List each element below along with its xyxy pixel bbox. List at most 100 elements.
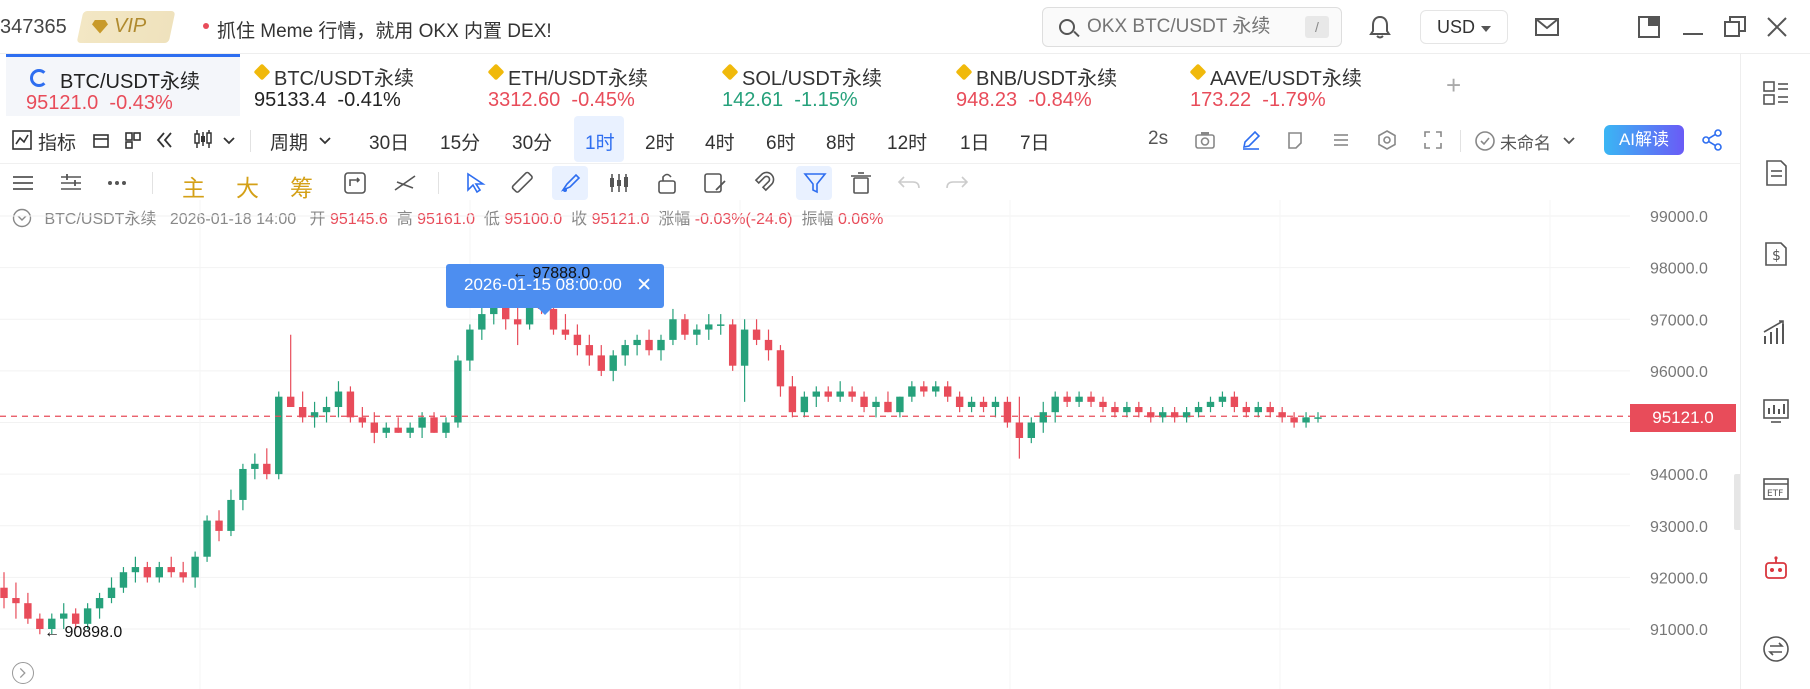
chevron-down-icon[interactable] (1562, 136, 1576, 146)
candle-body (967, 401, 976, 408)
candlestick-chart[interactable]: 99000.098000.097000.096000.095000.094000… (0, 200, 1740, 689)
search-input[interactable] (1087, 16, 1287, 38)
period-1d[interactable]: 1日 (960, 128, 990, 155)
period-12h[interactable]: 12时 (887, 128, 927, 155)
ruler-icon[interactable] (510, 170, 536, 196)
brush-icon[interactable] (558, 170, 584, 196)
document-icon[interactable] (1761, 158, 1791, 188)
candle-body (370, 422, 379, 433)
tooltip-close-icon[interactable]: ✕ (636, 274, 652, 297)
menu-icon[interactable] (10, 170, 36, 196)
candlestick-type-icon[interactable] (192, 128, 214, 150)
candle-body (179, 572, 187, 578)
pencil-icon[interactable] (1240, 129, 1262, 151)
candle-body (36, 618, 44, 629)
expand-circle-icon[interactable] (12, 662, 34, 684)
vip-badge[interactable]: VIP (92, 15, 146, 38)
tab-name: BTC/USDT永续 (60, 71, 200, 93)
period-4h[interactable]: 4时 (705, 128, 735, 155)
unlock-icon[interactable] (654, 170, 680, 196)
candle-body (1051, 396, 1059, 413)
y-tick-label: 92000.0 (1650, 570, 1708, 587)
replay-icon[interactable] (154, 130, 176, 150)
dollar-doc-icon[interactable]: $ (1761, 238, 1791, 268)
period-1h[interactable]: 1时 (585, 128, 615, 155)
candle-body (788, 386, 797, 413)
bell-icon[interactable] (1368, 14, 1392, 40)
large-order-button[interactable]: 大 (236, 169, 259, 203)
candle-body (776, 350, 785, 387)
swap-icon[interactable] (1761, 634, 1791, 664)
magnet-icon[interactable] (750, 170, 776, 196)
orderbook-icon[interactable] (1761, 78, 1791, 108)
period-dropdown[interactable]: 周期 (270, 128, 308, 155)
tab-bnb-perp[interactable]: BNB/USDT永续 948.23 -0.84% (942, 54, 1176, 116)
redo-icon[interactable] (944, 170, 970, 196)
period-6h[interactable]: 6时 (766, 128, 796, 155)
main-chart-button[interactable]: 主 (182, 169, 205, 203)
tab-btc-perp-active[interactable]: BTC/USDT永续 95121.0 -0.43% (6, 54, 240, 116)
right-sidebar: $ ETF (1740, 54, 1810, 689)
indicators-button[interactable]: 指标 (38, 128, 76, 155)
camera-icon[interactable] (1194, 130, 1216, 150)
robot-icon[interactable] (1761, 554, 1791, 584)
trash-icon[interactable] (848, 170, 874, 196)
drawing-toolbar: 主 大 筹 (0, 164, 1740, 202)
period-8h[interactable]: 8时 (826, 128, 856, 155)
candle-body (143, 567, 152, 578)
chips-button[interactable]: 筹 (290, 169, 313, 203)
more-icon[interactable] (104, 170, 130, 196)
layout-name[interactable]: 未命名 (1500, 129, 1551, 154)
add-tab-icon[interactable]: + (1446, 70, 1461, 101)
chevron-down-icon[interactable] (222, 136, 236, 146)
template-icon[interactable] (92, 130, 110, 150)
currency-select[interactable]: USD (1420, 10, 1508, 44)
undo-icon[interactable] (896, 170, 922, 196)
settings-icon[interactable] (1376, 129, 1398, 151)
candle-body (1230, 396, 1239, 408)
period-30d[interactable]: 30日 (369, 128, 409, 155)
sync-icon[interactable] (342, 170, 368, 196)
candle-body (609, 355, 617, 371)
filter-icon[interactable] (802, 170, 828, 196)
tab-aave-perp[interactable]: AAVE/USDT永续 173.22 -1.79% (1176, 54, 1410, 116)
fullscreen-icon[interactable] (1422, 129, 1444, 151)
news-ticker[interactable]: 抓住 Meme 行情，就用 OKX 内置 DEX! (217, 16, 552, 43)
bar-pattern-icon[interactable] (606, 170, 632, 196)
y-tick-label: 96000.0 (1650, 364, 1708, 381)
edit-doc-icon[interactable] (702, 170, 728, 196)
growth-chart-icon[interactable] (1761, 318, 1791, 348)
sliders-icon[interactable] (58, 170, 84, 196)
period-15m[interactable]: 15分 (440, 128, 480, 155)
period-7d[interactable]: 7日 (1020, 128, 1050, 155)
candle-body (812, 391, 820, 397)
candle-body (203, 520, 211, 557)
share-icon[interactable] (1700, 128, 1724, 152)
cursor-icon[interactable] (462, 170, 488, 196)
candle-body (430, 417, 438, 433)
minimize-icon[interactable] (1680, 14, 1706, 40)
close-icon[interactable] (1764, 14, 1790, 40)
trend-tool-icon[interactable] (392, 170, 418, 196)
search-box[interactable]: / (1042, 7, 1342, 47)
candle-body (1099, 401, 1107, 408)
chevron-down-icon[interactable] (318, 136, 332, 146)
tab-eth-perp[interactable]: ETH/USDT永续 3312.60 -0.45% (474, 54, 708, 116)
period-30m[interactable]: 30分 (512, 128, 552, 155)
candle-body (1266, 407, 1274, 413)
candle-body (155, 567, 163, 578)
period-2h[interactable]: 2时 (645, 128, 675, 155)
tab-btc-perp[interactable]: BTC/USDT永续 95133.4 -0.41% (240, 54, 474, 116)
mail-icon[interactable] (1534, 14, 1560, 40)
candle-body (167, 567, 175, 573)
etf-icon[interactable]: ETF (1761, 474, 1791, 504)
ai-interpret-button[interactable]: AI解读 (1604, 125, 1684, 155)
note-icon[interactable] (1284, 129, 1306, 151)
restore-icon[interactable] (1722, 14, 1748, 40)
monitor-chart-icon[interactable] (1761, 396, 1791, 426)
layout-icon[interactable] (124, 130, 142, 150)
pin-window-icon[interactable] (1636, 14, 1662, 40)
tab-sol-perp[interactable]: SOL/USDT永续 142.61 -1.15% (708, 54, 942, 116)
list-icon[interactable] (1330, 129, 1352, 151)
refresh-interval[interactable]: 2s (1148, 128, 1168, 150)
